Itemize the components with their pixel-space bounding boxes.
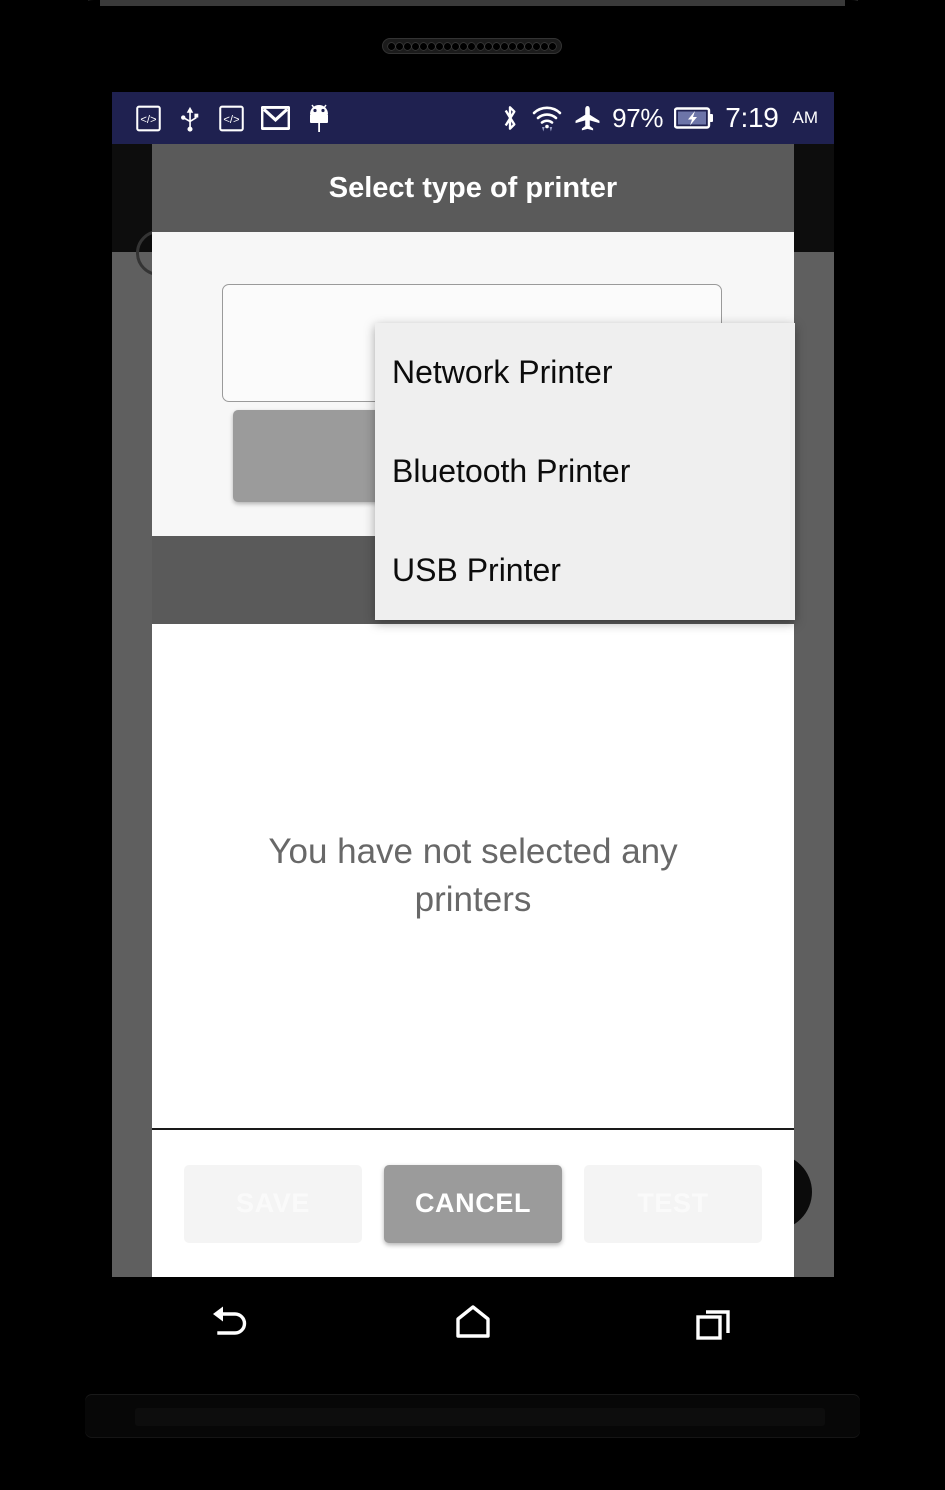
bottom-speaker-inner xyxy=(135,1408,825,1426)
back-arrow-icon xyxy=(209,1303,255,1348)
speaker-hole xyxy=(388,42,395,50)
speaker-hole xyxy=(524,42,532,50)
speaker-hole xyxy=(420,42,428,50)
bezel-corner-left xyxy=(60,0,100,60)
phone-screen: </> </> 97% 7:19 AM Select type of print… xyxy=(112,92,834,1277)
code-notification-icon: </> xyxy=(135,105,162,132)
battery-charging-icon xyxy=(674,106,714,130)
clock-meridiem: AM xyxy=(792,108,819,127)
cancel-button[interactable]: CANCEL xyxy=(384,1164,562,1243)
speaker-hole xyxy=(508,42,516,50)
battery-percentage: 97% xyxy=(612,102,664,133)
phone-device: </> </> 97% 7:19 AM Select type of print… xyxy=(0,0,945,1490)
status-bar-system-icons: 97% 7:19 AM xyxy=(500,102,834,134)
svg-text:</>: </> xyxy=(223,114,240,126)
speaker-hole xyxy=(452,42,460,50)
code-notification-icon-2: </> xyxy=(218,105,245,132)
empty-state-message: You have not selected any printers xyxy=(268,831,678,919)
save-button[interactable]: SAVE xyxy=(184,1164,362,1243)
bezel-top-strip xyxy=(88,0,858,6)
android-navigation-bar xyxy=(112,1277,834,1373)
dropdown-option-usb-printer[interactable]: USB Printer xyxy=(375,521,795,620)
speaker-hole xyxy=(468,42,476,50)
speaker-hole xyxy=(500,42,508,50)
speaker-hole xyxy=(540,42,548,50)
bluetooth-icon xyxy=(500,103,520,133)
speaker-hole xyxy=(436,42,444,50)
speaker-hole xyxy=(396,42,404,50)
speaker-hole xyxy=(516,42,524,50)
dialog-action-bar: SAVE CANCEL TEST xyxy=(152,1130,794,1277)
status-bar: </> </> 97% 7:19 AM xyxy=(112,92,834,144)
speaker-hole xyxy=(460,42,468,50)
gmail-icon xyxy=(261,106,290,130)
status-bar-notifications: </> </> xyxy=(112,103,500,133)
speaker-hole xyxy=(412,42,420,50)
dialog-title: Select type of printer xyxy=(328,171,618,204)
usb-debugging-icon xyxy=(178,105,202,132)
bottom-speaker xyxy=(85,1394,860,1438)
home-icon xyxy=(452,1303,494,1348)
test-button[interactable]: TEST xyxy=(584,1164,762,1243)
wifi-icon xyxy=(531,103,563,133)
speaker-hole xyxy=(484,42,492,50)
speaker-hole xyxy=(404,42,412,50)
dropdown-option-bluetooth-printer[interactable]: Bluetooth Printer xyxy=(375,422,795,521)
svg-text:</>: </> xyxy=(140,114,157,126)
nav-recents-button[interactable] xyxy=(666,1277,762,1373)
speaker-hole xyxy=(444,42,452,50)
detail-body: You have not selected any printers xyxy=(152,624,794,1130)
printer-type-dropdown: Network Printer Bluetooth Printer USB Pr… xyxy=(375,323,795,620)
speaker-hole xyxy=(548,42,556,50)
speaker-hole xyxy=(532,42,540,50)
earpiece-speaker-grille xyxy=(382,38,562,54)
dropdown-option-label: USB Printer xyxy=(392,552,561,588)
nav-home-button[interactable] xyxy=(425,1277,521,1373)
nav-back-button[interactable] xyxy=(184,1277,280,1373)
dropdown-option-network-printer[interactable]: Network Printer xyxy=(375,323,795,422)
speaker-hole xyxy=(492,42,500,50)
speaker-hole xyxy=(428,42,436,50)
clock-time: 7:19 xyxy=(725,102,779,133)
speaker-hole xyxy=(476,42,484,50)
printer-dialog: Select type of printer Detail You have n… xyxy=(152,144,794,1277)
bezel-corner-right xyxy=(845,0,885,60)
dropdown-option-label: Network Printer xyxy=(392,354,613,390)
recents-icon xyxy=(693,1303,735,1348)
android-robot-icon xyxy=(306,103,332,133)
airplane-mode-icon xyxy=(574,105,601,132)
dropdown-option-label: Bluetooth Printer xyxy=(392,453,631,489)
dialog-header: Select type of printer xyxy=(152,144,794,232)
